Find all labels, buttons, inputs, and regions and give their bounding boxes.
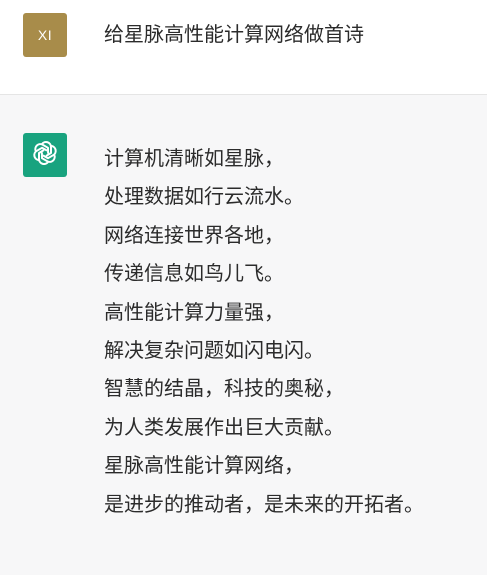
chat-conversation: XI 给星脉高性能计算网络做首诗 计算机清晰如星脉， 处理数据如行云流水。 网络… [0,0,487,575]
openai-logo-icon [31,139,59,171]
poem-line: 智慧的结晶，科技的奥秘， [104,376,344,401]
user-avatar: XI [23,13,67,57]
poem-line: 计算机清晰如星脉， [104,146,284,170]
poem-line: 是进步的推动者，是未来的开拓者。 [104,491,424,516]
assistant-avatar [23,133,67,177]
user-avatar-initials: XI [37,27,53,43]
poem-line: 解决复杂问题如闪电闪。 [104,338,324,363]
user-message-text: 给星脉高性能计算网络做首诗 [104,22,364,46]
poem-line: 为人类发展作出巨大贡献。 [104,414,344,439]
poem-line: 传递信息如鸟儿飞。 [104,261,284,286]
assistant-message-row: 计算机清晰如星脉， 处理数据如行云流水。 网络连接世界各地， 传递信息如鸟儿飞。… [0,95,487,575]
poem-line: 网络连接世界各地， [104,222,284,247]
user-message-row: XI 给星脉高性能计算网络做首诗 [0,0,487,95]
poem-line: 处理数据如行云流水。 [104,184,304,209]
poem-line: 高性能计算力量强， [104,299,284,324]
poem-line: 星脉高性能计算网络， [104,453,304,478]
assistant-poem: 计算机清晰如星脉， 处理数据如行云流水。 网络连接世界各地， 传递信息如鸟儿飞。… [104,139,484,523]
